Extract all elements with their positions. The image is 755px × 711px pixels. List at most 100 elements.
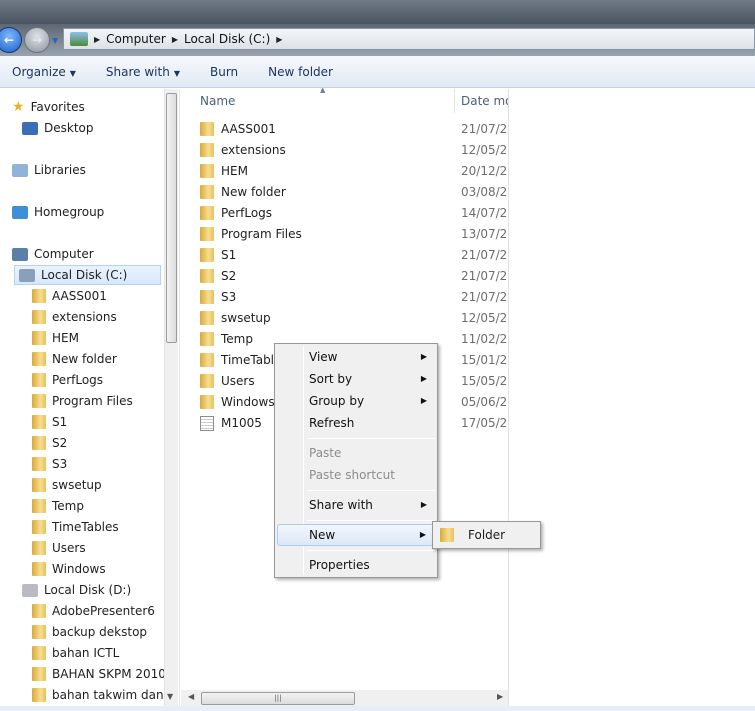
folder-icon xyxy=(200,164,214,178)
sidebar-item-d-folder[interactable]: backup dekstop xyxy=(32,622,147,642)
sidebar-item-c-folder[interactable]: New folder xyxy=(32,349,117,369)
column-header-date-modified[interactable]: Date mo xyxy=(461,89,508,113)
breadcrumb-local-disk-c[interactable]: Local Disk (C:) xyxy=(184,32,270,46)
file-row[interactable]: M1005 xyxy=(200,413,262,433)
file-name: M1005 xyxy=(221,416,262,430)
menu-item-group-by[interactable]: Group by ▶ xyxy=(277,390,435,412)
folder-icon xyxy=(32,331,46,345)
sidebar-item-computer[interactable]: Computer xyxy=(12,244,94,264)
file-row[interactable]: PerfLogs xyxy=(200,203,272,223)
forward-button[interactable]: → xyxy=(24,27,50,53)
scroll-right-arrow-icon[interactable]: ▶ xyxy=(497,692,503,701)
menu-item-label: Sort by xyxy=(309,372,353,386)
file-name: Program Files xyxy=(221,227,302,241)
file-row[interactable]: New folder xyxy=(200,182,286,202)
sidebar-item-label: Libraries xyxy=(34,163,86,177)
sidebar-item-label: S3 xyxy=(52,457,68,471)
scrollbar-thumb[interactable] xyxy=(166,93,177,343)
file-date-modified: 13/07/20 xyxy=(461,227,508,241)
sidebar-item-desktop[interactable]: Desktop xyxy=(22,118,94,138)
sidebar-item-label: PerfLogs xyxy=(52,373,104,387)
breadcrumb-chevron-icon[interactable]: ▶ xyxy=(172,35,178,44)
file-row[interactable]: S2 xyxy=(200,266,236,286)
submenu-arrow-icon: ▶ xyxy=(419,530,426,539)
file-row[interactable]: S3 xyxy=(200,287,236,307)
sidebar-item-label: Windows xyxy=(52,562,106,576)
sidebar-item-c-folder[interactable]: Users xyxy=(32,538,86,558)
sidebar-item-c-folder[interactable]: S1 xyxy=(32,412,67,432)
new-folder-button[interactable]: New folder xyxy=(256,56,345,88)
breadcrumb-chevron-icon[interactable]: ▶ xyxy=(276,35,282,44)
scroll-left-arrow-icon[interactable]: ◀ xyxy=(188,692,194,701)
file-row[interactable]: Windows xyxy=(200,392,275,412)
menu-item-new-folder[interactable]: Folder xyxy=(468,528,505,542)
sidebar-item-label: Local Disk (D:) xyxy=(44,583,132,597)
sidebar-item-local-disk-c[interactable]: Local Disk (C:) xyxy=(14,265,161,285)
file-date-modified: 11/02/20 xyxy=(461,332,508,346)
sidebar-item-d-folder[interactable]: BAHAN SKPM 2010 xyxy=(32,664,166,684)
sidebar-item-label: backup dekstop xyxy=(52,625,148,639)
file-row[interactable]: Temp xyxy=(200,329,253,349)
desktop-icon xyxy=(22,121,38,135)
menu-item-new[interactable]: New ▶ xyxy=(277,524,435,546)
sidebar-item-label: S2 xyxy=(52,436,68,450)
folder-icon xyxy=(200,206,214,220)
sort-ascending-icon: ▲ xyxy=(320,86,326,94)
sidebar-item-local-disk-d[interactable]: Local Disk (D:) xyxy=(22,580,131,600)
sidebar-item-c-folder[interactable]: TimeTables xyxy=(32,517,119,537)
file-name: Temp xyxy=(221,332,253,346)
sidebar-item-c-folder[interactable]: swsetup xyxy=(32,475,102,495)
sidebar-item-c-folder[interactable]: Program Files xyxy=(32,391,133,411)
sidebar-item-c-folder[interactable]: S2 xyxy=(32,433,67,453)
sidebar-item-d-folder[interactable]: bahan takwim dan ja xyxy=(32,685,178,705)
file-row[interactable]: Program Files xyxy=(200,224,302,244)
file-row[interactable]: Users xyxy=(200,371,255,391)
folder-icon xyxy=(200,269,214,283)
sidebar-item-favorites[interactable]: ★ Favorites xyxy=(12,97,85,117)
folder-icon xyxy=(200,248,214,262)
file-row[interactable]: AASS001 xyxy=(200,119,276,139)
folder-icon xyxy=(200,227,214,241)
file-date-modified: 03/08/20 xyxy=(461,185,508,199)
menu-item-view[interactable]: View ▶ xyxy=(277,346,435,368)
address-bar[interactable]: ▶ Computer ▶ Local Disk (C:) ▶ xyxy=(63,28,755,50)
organize-button[interactable]: Organize ▼ xyxy=(0,56,88,88)
burn-button[interactable]: Burn xyxy=(198,56,250,88)
recent-pages-dropdown[interactable]: ▼ xyxy=(52,36,58,45)
status-bar xyxy=(0,706,755,711)
sidebar-item-c-folder[interactable]: PerfLogs xyxy=(32,370,103,390)
menu-item-refresh[interactable]: Refresh xyxy=(277,412,435,434)
share-with-button[interactable]: Share with ▼ xyxy=(94,56,192,88)
file-row[interactable]: swsetup xyxy=(200,308,271,328)
sidebar-item-c-folder[interactable]: S3 xyxy=(32,454,67,474)
menu-item-share-with[interactable]: Share with ▶ xyxy=(277,494,435,516)
file-row[interactable]: extensions xyxy=(200,140,286,160)
horizontal-scrollbar-thumb[interactable]: ||| xyxy=(201,692,355,705)
sidebar-item-label: BAHAN SKPM 2010 xyxy=(52,667,166,681)
column-header-name[interactable]: Name xyxy=(200,89,235,113)
scroll-down-arrow-icon[interactable]: ▼ xyxy=(167,692,173,701)
folder-icon xyxy=(32,478,46,492)
sidebar-item-d-folder[interactable]: AdobePresenter6 xyxy=(32,601,155,621)
breadcrumb-computer[interactable]: Computer xyxy=(106,32,166,46)
breadcrumb-chevron-icon[interactable]: ▶ xyxy=(94,35,100,44)
sidebar-item-c-folder[interactable]: HEM xyxy=(32,328,79,348)
menu-item-sort-by[interactable]: Sort by ▶ xyxy=(277,368,435,390)
sidebar-item-label: TimeTables xyxy=(52,520,119,534)
file-date-modified: 20/12/20 xyxy=(461,164,508,178)
column-divider[interactable] xyxy=(454,89,455,113)
sidebar-item-d-folder[interactable]: bahan ICTL xyxy=(32,643,119,663)
sidebar-item-label: S1 xyxy=(52,415,68,429)
file-name: S2 xyxy=(221,269,237,283)
sidebar-item-c-folder[interactable]: Windows xyxy=(32,559,106,579)
sidebar-item-homegroup[interactable]: Homegroup xyxy=(12,202,104,222)
sidebar-item-libraries[interactable]: Libraries xyxy=(12,160,86,180)
sidebar-item-c-folder[interactable]: extensions xyxy=(32,307,117,327)
file-row[interactable]: S1 xyxy=(200,245,236,265)
sidebar-item-c-folder[interactable]: AASS001 xyxy=(32,286,107,306)
file-row[interactable]: HEM xyxy=(200,161,248,181)
menu-item-properties[interactable]: Properties xyxy=(277,554,435,576)
file-date-modified: 17/05/20 xyxy=(461,416,508,430)
sidebar-item-label: Local Disk (C:) xyxy=(41,268,128,282)
sidebar-item-c-folder[interactable]: Temp xyxy=(32,496,84,516)
